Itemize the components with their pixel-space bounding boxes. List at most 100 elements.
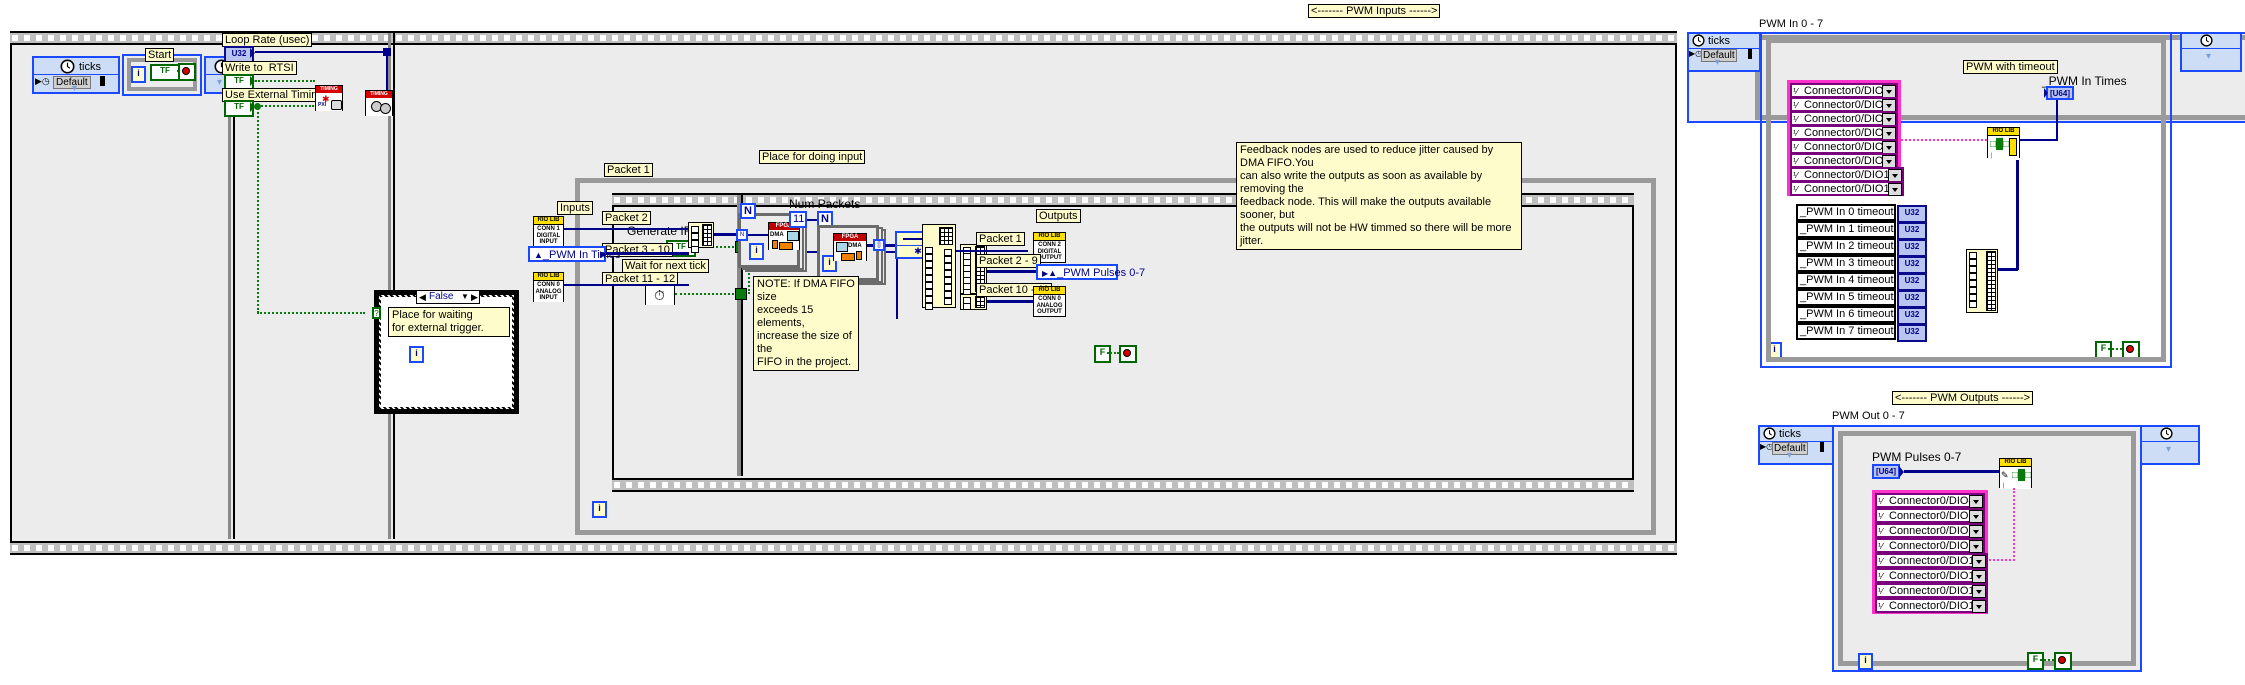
pwm-out-stop-constant[interactable]: F <box>2027 652 2044 670</box>
timing-node-header: TIMING <box>366 91 392 98</box>
chevron-down-icon-io-out-7[interactable] <box>1972 600 1986 613</box>
pwm-generate-node[interactable]: RIO LIB ✎ □█□ │ <box>1999 458 2032 489</box>
chevron-down-icon-case[interactable]: ▼ <box>461 292 469 302</box>
note-line-2: exceeds 15 elements, <box>757 304 814 329</box>
packet2-9-out-wire <box>987 270 1037 273</box>
conn0-analog-input-node[interactable]: RIO LIB CONN 0 ANALOG INPUT <box>533 272 564 302</box>
chevron-down-icon-pwm-in-2[interactable]: ▾ <box>1715 58 1720 68</box>
loop-iteration-terminal: i <box>131 66 146 83</box>
pwm-out-config-handle[interactable] <box>1820 442 1824 452</box>
pwm-out-io-const-7[interactable]: ⅟ Connector0/DIO15 <box>1875 598 1988 613</box>
chevron-down-icon-pwm-out[interactable]: ▾ <box>1787 451 1792 461</box>
pwm-with-timeout-node[interactable]: RIO LIB □█□ │ <box>1987 127 2020 159</box>
rtsi-write-node[interactable]: TIMING ✱ PXI <box>315 85 343 111</box>
chevron-down-icon-io-out-6[interactable] <box>1972 585 1986 598</box>
pwm-in-io-const-0[interactable]: ⅟ Connector0/DIO0 <box>1790 83 1898 98</box>
chevron-down-icon-io-7[interactable] <box>1888 183 1902 196</box>
pwm-in-timeout-label-7: _PWM In 7 timeout <box>1796 323 1896 340</box>
chevron-down-icon-pwm-out-right[interactable]: ▾ <box>2166 445 2171 455</box>
pwm-out-io-const-3[interactable]: ⅟ Connector0/DIO7 <box>1875 538 1985 553</box>
case-selector-value[interactable]: False <box>429 291 453 303</box>
pwm-in-times-subvi[interactable]: ▲_PWM In Times <box>528 246 621 262</box>
build-array-input[interactable] <box>688 222 714 253</box>
pwm-in-timeout-terminal-0[interactable]: U32 <box>1897 205 1927 223</box>
pwm-in-io-const-5[interactable]: ⅟ Connector0/DIO9 <box>1790 153 1898 168</box>
chevron-down-icon-pwm-in-right[interactable]: ▾ <box>2206 52 2211 62</box>
packet-2-9-out-label: Packet 2 - 9 <box>976 254 1041 268</box>
conn0-analog-input-line3: INPUT <box>534 295 563 302</box>
index-array-output[interactable] <box>922 224 956 310</box>
pwm-in-io-const-4[interactable]: ⅟ Connector0/DIO8 <box>1790 139 1898 154</box>
pwm-out-io-label-0: Connector0/DIO4 <box>1889 495 1975 507</box>
case-next-arrow[interactable]: ▶ <box>471 292 478 302</box>
build-array-analog-out-grid <box>975 296 985 308</box>
feedback-comment-line-2: can also write the outputs as soon as av… <box>1240 170 1483 195</box>
pwm-in-io-label-0: Connector0/DIO0 <box>1804 85 1890 97</box>
place-for-doing-input-label: Place for doing input <box>759 150 866 164</box>
pwm-in-config-handle-2[interactable] <box>1748 49 1752 59</box>
while-loop-stop-icon[interactable] <box>1119 345 1137 363</box>
pwm-in-timeout-terminal-4[interactable]: U32 <box>1897 273 1927 291</box>
chevron-down-icon-io-out-0[interactable] <box>1969 495 1983 508</box>
stop-icon[interactable] <box>178 63 196 81</box>
pwm-in-io-const-2[interactable]: ⅟ Connector0/DIO2 <box>1790 111 1898 126</box>
pwm-out-stop-icon[interactable] <box>2054 652 2072 670</box>
timing-source-node[interactable]: TIMING <box>365 90 393 116</box>
pwm-timeout-out-wire <box>2020 139 2058 141</box>
loop-rate-wire-h <box>255 51 388 53</box>
pwm-out-io-const-2[interactable]: ⅟ Connector0/DIO6 <box>1875 523 1985 538</box>
timed-loop-config-handle[interactable] <box>100 76 105 86</box>
while-loop-iteration: i <box>592 501 607 518</box>
pwm-in-io-const-3[interactable]: ⅟ Connector0/DIO3 <box>1790 125 1898 140</box>
pwm-in-stop-constant[interactable]: F <box>2095 341 2112 359</box>
chevron-down-icon-io-out-3[interactable] <box>1969 540 1983 553</box>
pwm-inputs-banner: <------- PWM Inputs ------> <box>1308 4 1441 18</box>
chevron-down-icon[interactable]: ▾ <box>72 84 77 94</box>
pwm-in-timeout-terminal-6[interactable]: U32 <box>1897 307 1927 325</box>
pwm-in-io-const-1[interactable]: ⅟ Connector0/DIO1 <box>1790 97 1898 112</box>
pwm-in-stop-wire <box>2108 348 2122 350</box>
chevron-down-icon-io-out-2[interactable] <box>1969 525 1983 538</box>
chevron-down-icon-io-out-5[interactable] <box>1972 570 1986 583</box>
pwm-out-io-const-5[interactable]: ⅟ Connector0/DIO13 <box>1875 568 1988 583</box>
dma-read-node[interactable]: FPGA DMA <box>833 233 867 261</box>
timeouts-bundle-out-v <box>2016 160 2019 270</box>
pwm-in-io-const-6[interactable]: ⅟ Connector0/DIO10 <box>1790 167 1904 182</box>
pwm-out-io-const-0[interactable]: ⅟ Connector0/DIO4 <box>1875 493 1985 508</box>
case-prev-arrow[interactable]: ◀ <box>419 292 426 302</box>
pwm-in-timeout-terminal-1[interactable]: U32 <box>1897 222 1927 240</box>
conn1-digital-input-node[interactable]: RIO LIB CONN 1 DIGITAL INPUT <box>533 216 564 246</box>
pwm-out-loop-iteration: i <box>1858 653 1873 670</box>
outputs-label: Outputs <box>1036 209 1081 223</box>
chevron-down-icon-io-out-1[interactable] <box>1969 510 1983 523</box>
build-array-timeouts[interactable] <box>1966 249 1998 313</box>
pwm-in-timeout-terminal-3[interactable]: U32 <box>1897 256 1927 274</box>
pwm-in-timeout-terminal-2[interactable]: U32 <box>1897 239 1927 257</box>
pwm-out-io-const-6[interactable]: ⅟ Connector0/DIO14 <box>1875 583 1988 598</box>
io-glyph-icon-out-3: ⅟ <box>1878 542 1883 551</box>
chevron-down-icon-io-out-4[interactable] <box>1972 555 1986 568</box>
pwm-out-io-const-1[interactable]: ⅟ Connector0/DIO5 <box>1875 508 1985 523</box>
build-array-timeouts-ports <box>1969 252 1981 310</box>
pwm-pulses-subvi[interactable]: ▶▲_PWM Pulses 0-7 <box>1036 264 1145 280</box>
pwm-generate-header: RIO LIB <box>2000 459 2031 467</box>
pwm-in-stop-icon[interactable] <box>2122 341 2140 359</box>
pwm-pulses-0-7-terminal[interactable]: [U64] <box>1872 464 1900 479</box>
pwm-out-io-const-4[interactable]: ⅟ Connector0/DIO12 <box>1875 553 1988 568</box>
while-loop-stop-constant[interactable]: F <box>1094 345 1111 363</box>
pwm-in-timeout-terminal-7[interactable]: U32 <box>1897 324 1927 342</box>
clock-icon-pwm-in-right <box>2200 34 2213 52</box>
pwm-in-io-label-3: Connector0/DIO3 <box>1804 127 1890 139</box>
for-loop-write-index-tunnel: N <box>736 229 748 241</box>
conn0-analog-output-header: RIO LIB <box>1034 287 1065 295</box>
num-packets-label: Num Packets <box>789 197 861 211</box>
build-array-pwm-out-ports <box>963 247 975 296</box>
pwm-in-io-const-7[interactable]: ⅟ Connector0/DIO11 <box>1790 181 1904 196</box>
conn0-analog-output-node[interactable]: RIO LIB CONN 0 ANALOG OUTPUT <box>1033 286 1066 317</box>
chevron-down-icon-right[interactable]: ▾ <box>217 78 222 88</box>
start-bool-constant[interactable]: TF <box>150 64 180 81</box>
pwm-in-times-indicator[interactable]: [U64] <box>2046 86 2074 100</box>
pwm-in-timeout-label-5: _PWM In 5 timeout <box>1796 289 1896 306</box>
num-packets-constant[interactable]: 11 <box>789 211 807 228</box>
pwm-in-timeout-terminal-5[interactable]: U32 <box>1897 290 1927 308</box>
